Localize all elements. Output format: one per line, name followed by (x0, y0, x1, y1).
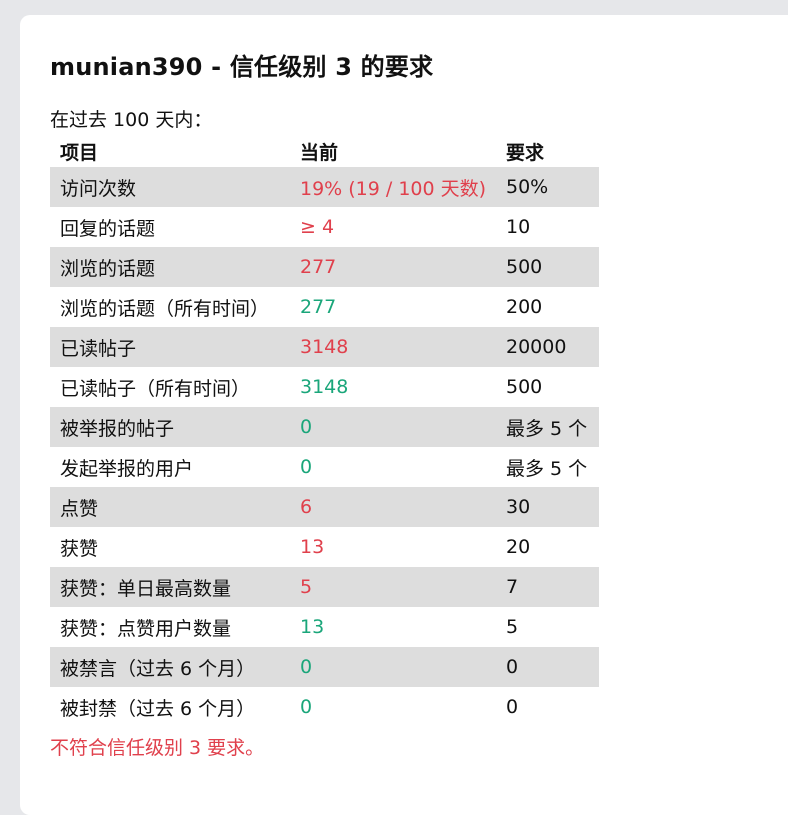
current-value-cell: 3148 (290, 327, 496, 367)
table-row: 浏览的话题 277 500 (50, 247, 599, 287)
table-row: 浏览的话题（所有时间） 277 200 (50, 287, 599, 327)
table-row: 发起举报的用户 0 最多 5 个 (50, 447, 599, 487)
current-value-cell: 13 (300, 536, 325, 558)
required-value-cell: 500 (506, 376, 543, 398)
requirement-item-cell: 获赞 (60, 537, 99, 560)
requirement-item-cell: 访问次数 (50, 167, 290, 207)
current-value-cell: 0 (300, 696, 313, 718)
table-row: 获赞 13 20 (50, 527, 599, 567)
required-value-cell: 0 (496, 647, 599, 687)
current-value-cell: 277 (300, 296, 337, 318)
requirement-item-cell: 回复的话题 (60, 217, 156, 240)
requirements-table: 项目 当前 要求 访问次数 19% (19 / 100 天数) 50% 回复的话题 ≥ … (50, 135, 599, 727)
required-value-cell: 500 (496, 247, 599, 287)
required-value-cell: 20000 (496, 327, 599, 367)
requirement-item-cell: 获赞：点赞用户数量 (60, 617, 232, 640)
table-row: 被封禁（过去 6 个月） 0 0 (50, 687, 599, 727)
requirement-item-cell: 被举报的帖子 (50, 407, 290, 447)
current-value-cell: 6 (290, 487, 496, 527)
requirement-item-cell: 获赞：单日最高数量 (50, 567, 290, 607)
column-header-item: 项目 (60, 141, 99, 164)
table-row: 访问次数 19% (19 / 100 天数) 50% (50, 167, 599, 207)
current-value-cell: 0 (290, 407, 496, 447)
required-value-cell: 20 (506, 536, 531, 558)
table-header-row: 项目 当前 要求 (50, 135, 599, 167)
table-row: 获赞：单日最高数量 5 7 (50, 567, 599, 607)
required-value-cell: 200 (506, 296, 543, 318)
requirement-item-cell: 已读帖子（所有时间） (60, 377, 251, 400)
required-value-cell: 7 (496, 567, 599, 607)
current-value-cell: 5 (290, 567, 496, 607)
required-value-cell: 5 (506, 616, 519, 638)
current-value-cell: 0 (290, 647, 496, 687)
table-row: 点赞 6 30 (50, 487, 599, 527)
table-row: 被举报的帖子 0 最多 5 个 (50, 407, 599, 447)
required-value-cell: 10 (506, 216, 531, 238)
requirement-item-cell: 已读帖子 (50, 327, 290, 367)
table-row: 获赞：点赞用户数量 13 5 (50, 607, 599, 647)
requirement-item-cell: 发起举报的用户 (60, 457, 194, 480)
required-value-cell: 0 (506, 696, 519, 718)
requirement-item-cell: 被封禁（过去 6 个月） (60, 697, 256, 720)
current-value-cell: ≥ 4 (300, 216, 335, 238)
required-value-cell: 最多 5 个 (496, 407, 599, 447)
column-header-required: 要求 (506, 141, 545, 164)
column-header-current: 当前 (300, 141, 339, 164)
current-value-cell: 0 (300, 456, 313, 478)
required-value-cell: 最多 5 个 (506, 457, 588, 480)
required-value-cell: 50% (496, 167, 599, 207)
verdict-message: 不符合信任级别 3 要求。 (50, 737, 265, 759)
requirement-item-cell: 浏览的话题（所有时间） (60, 297, 270, 320)
current-value-cell: 19% (19 / 100 天数) (290, 167, 496, 207)
period-subtitle: 在过去 100 天内： (50, 109, 213, 131)
page-title: munian390 - 信任级别 3 的要求 (50, 53, 434, 81)
requirement-item-cell: 被禁言（过去 6 个月） (50, 647, 290, 687)
current-value-cell: 3148 (300, 376, 349, 398)
table-row: 回复的话题 ≥ 4 10 (50, 207, 599, 247)
current-value-cell: 13 (300, 616, 325, 638)
current-value-cell: 277 (290, 247, 496, 287)
table-row: 已读帖子（所有时间） 3148 500 (50, 367, 599, 407)
requirements-card: munian390 - 信任级别 3 的要求 在过去 100 天内： 项目 当前… (20, 15, 788, 815)
required-value-cell: 30 (496, 487, 599, 527)
table-row: 被禁言（过去 6 个月） 0 0 (50, 647, 599, 687)
requirement-item-cell: 浏览的话题 (50, 247, 290, 287)
table-row: 已读帖子 3148 20000 (50, 327, 599, 367)
requirement-item-cell: 点赞 (50, 487, 290, 527)
